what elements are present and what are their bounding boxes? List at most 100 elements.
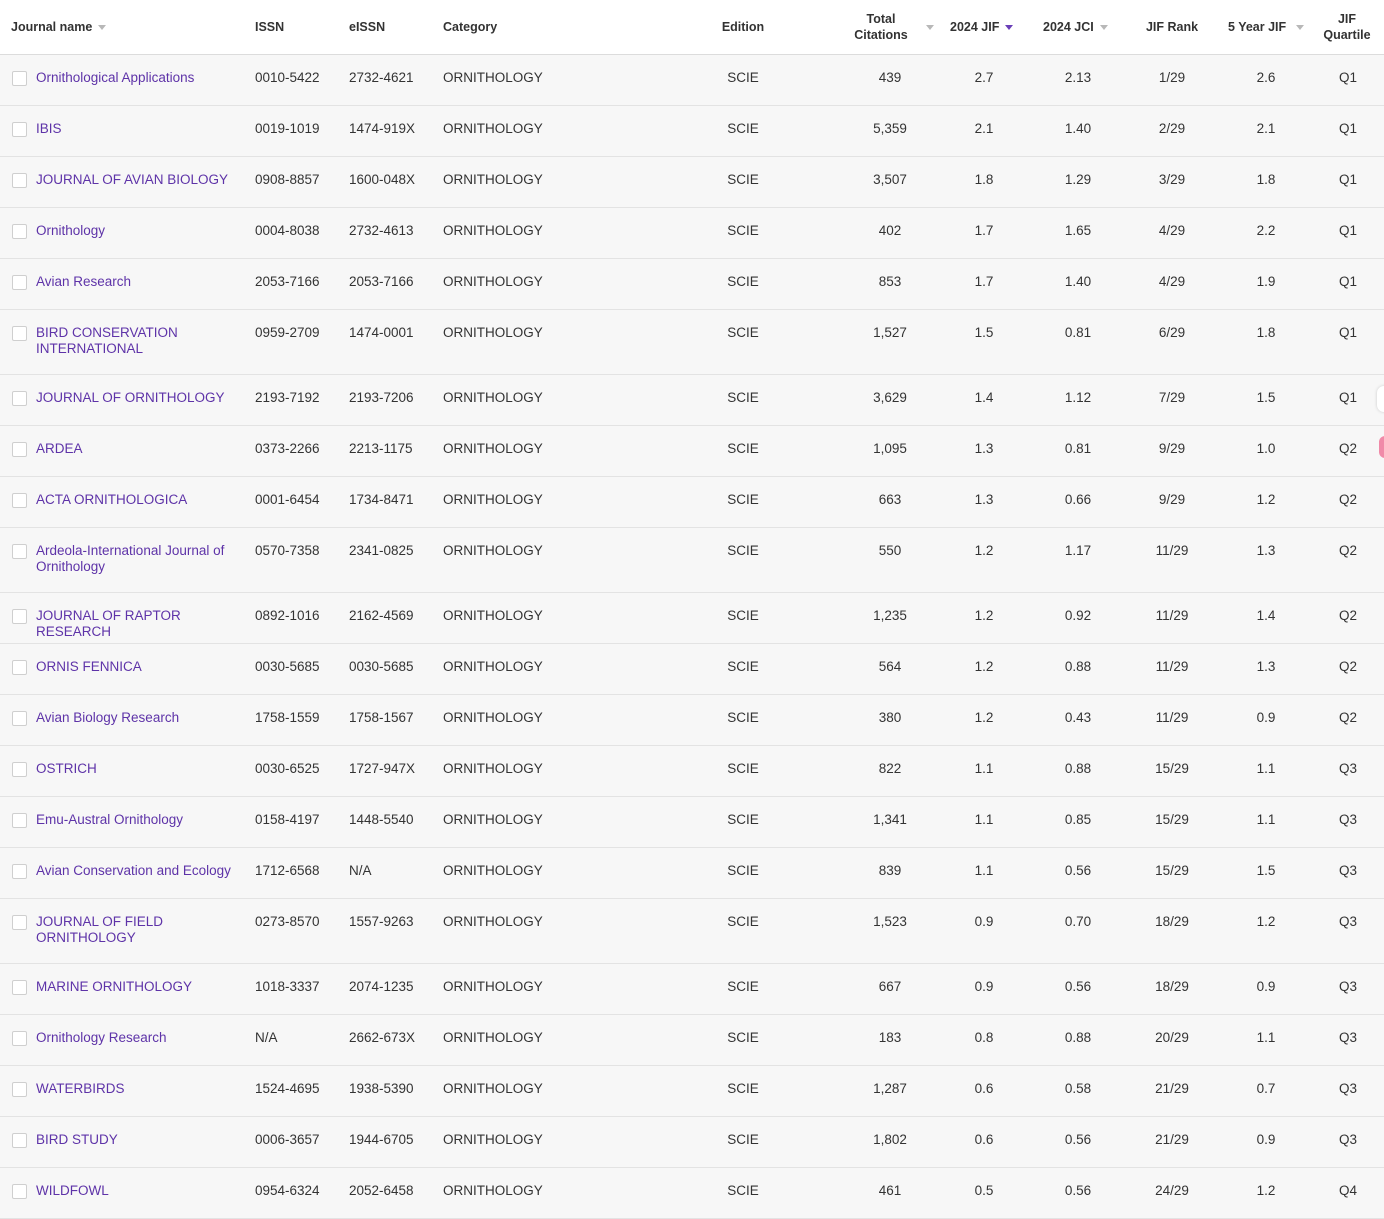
table-row: JOURNAL OF AVIAN BIOLOGY 0908-8857 1600-04…	[0, 157, 1384, 208]
five-year-jif-cell: 1.0	[1256, 441, 1276, 456]
jif-rank-cell: 11/29	[1155, 659, 1189, 674]
row-checkbox[interactable]	[12, 609, 27, 624]
jif-quartile-cell: Q1	[1338, 172, 1358, 187]
journal-name-link[interactable]: JOURNAL OF FIELD ORNITHOLOGY	[36, 914, 250, 946]
column-header-2024-jif[interactable]: 2024 JIF	[950, 0, 1030, 54]
jif-rank-cell: 15/29	[1155, 812, 1189, 827]
row-checkbox[interactable]	[12, 544, 27, 559]
column-header-jif-rank[interactable]: JIF Rank	[1131, 0, 1213, 54]
journal-name-link[interactable]: JOURNAL OF RAPTOR RESEARCH	[36, 608, 250, 640]
row-checkbox[interactable]	[12, 391, 27, 406]
jci-cell: 0.81	[1064, 325, 1092, 340]
column-header-2024-jci-label: 2024 JCI	[1043, 20, 1094, 34]
jif-quartile-cell: Q2	[1338, 659, 1358, 674]
row-checkbox[interactable]	[12, 1184, 27, 1199]
column-header-edition[interactable]: Edition	[702, 0, 784, 54]
five-year-jif-cell: 1.9	[1256, 274, 1276, 289]
row-checkbox[interactable]	[12, 980, 27, 995]
column-header-issn[interactable]: ISSN	[255, 0, 335, 54]
column-header-eissn[interactable]: eISSN	[349, 0, 429, 54]
journal-name-link[interactable]: IBIS	[36, 121, 250, 137]
column-header-journal-name[interactable]: Journal name	[11, 0, 241, 54]
row-checkbox[interactable]	[12, 813, 27, 828]
jci-cell: 0.92	[1064, 608, 1092, 623]
row-checkbox[interactable]	[12, 660, 27, 675]
edition-cell: SCIE	[727, 1081, 759, 1096]
row-checkbox[interactable]	[12, 493, 27, 508]
row-checkbox[interactable]	[12, 173, 27, 188]
eissn-cell: N/A	[349, 863, 372, 878]
journal-name-link[interactable]: Avian Conservation and Ecology	[36, 863, 250, 879]
sort-caret-active-icon[interactable]	[1005, 24, 1014, 30]
side-feedback-tab[interactable]	[1379, 436, 1384, 458]
row-checkbox[interactable]	[12, 224, 27, 239]
sort-caret-icon[interactable]	[98, 24, 107, 30]
row-checkbox[interactable]	[12, 1133, 27, 1148]
journal-name-link[interactable]: ARDEA	[36, 441, 250, 457]
total-citations-cell: 1,095	[873, 441, 907, 456]
jif-rank-cell: 18/29	[1155, 914, 1189, 929]
edition-cell: SCIE	[727, 274, 759, 289]
column-header-total-citations-sort[interactable]	[922, 0, 940, 54]
journal-name-link[interactable]: JOURNAL OF ORNITHOLOGY	[36, 390, 250, 406]
column-header-2024-jci[interactable]: 2024 JCI	[1043, 0, 1123, 54]
journal-name-link[interactable]: ACTA ORNITHOLOGICA	[36, 492, 250, 508]
jif-quartile-cell: Q2	[1338, 492, 1358, 507]
column-header-5-year-jif[interactable]: 5 Year JIF	[1228, 0, 1318, 54]
edition-cell: SCIE	[727, 761, 759, 776]
five-year-jif-cell: 0.7	[1256, 1081, 1276, 1096]
column-header-jif-quartile[interactable]: JIF Quartile	[1316, 0, 1378, 54]
column-header-total-citations[interactable]: Total Citations	[836, 0, 926, 54]
total-citations-cell: 380	[878, 710, 902, 725]
row-checkbox[interactable]	[12, 275, 27, 290]
sort-caret-icon[interactable]	[1296, 24, 1305, 30]
row-checkbox[interactable]	[12, 442, 27, 457]
journal-name-link[interactable]: WATERBIRDS	[36, 1081, 250, 1097]
side-panel-handle[interactable]	[1377, 386, 1384, 412]
jif-quartile-cell: Q1	[1338, 274, 1358, 289]
sort-caret-icon[interactable]	[926, 24, 934, 30]
jif-cell: 1.5	[974, 325, 994, 340]
journal-name-link[interactable]: MARINE ORNITHOLOGY	[36, 979, 250, 995]
jif-quartile-cell: Q3	[1338, 761, 1358, 776]
journal-name-link[interactable]: WILDFOWL	[36, 1183, 250, 1199]
row-checkbox[interactable]	[12, 864, 27, 879]
issn-cell: 0570-7358	[255, 543, 320, 558]
total-citations-cell: 853	[878, 274, 902, 289]
journal-name-link[interactable]: Avian Research	[36, 274, 250, 290]
journal-name-link[interactable]: Ornithological Applications	[36, 70, 250, 86]
row-checkbox[interactable]	[12, 915, 27, 930]
jci-cell: 1.29	[1064, 172, 1092, 187]
journal-name-link[interactable]: Ornithology Research	[36, 1030, 250, 1046]
row-checkbox[interactable]	[12, 122, 27, 137]
total-citations-cell: 1,527	[873, 325, 907, 340]
journal-name-link[interactable]: OSTRICH	[36, 761, 250, 777]
journal-name-link[interactable]: Emu-Austral Ornithology	[36, 812, 250, 828]
journal-name-link[interactable]: JOURNAL OF AVIAN BIOLOGY	[36, 172, 250, 188]
jif-rank-cell: 9/29	[1158, 441, 1186, 456]
sort-caret-icon[interactable]	[1099, 24, 1108, 30]
row-checkbox[interactable]	[12, 1082, 27, 1097]
row-checkbox[interactable]	[12, 71, 27, 86]
five-year-jif-cell: 2.1	[1256, 121, 1276, 136]
eissn-cell: 2193-7206	[349, 390, 414, 405]
column-header-category-label: Category	[443, 20, 498, 34]
journal-name-link[interactable]: Ardeola-International Journal of Ornitho…	[36, 543, 250, 575]
journal-name-link[interactable]: ORNIS FENNICA	[36, 659, 250, 675]
journal-name-link[interactable]: Avian Biology Research	[36, 710, 250, 726]
five-year-jif-cell: 1.1	[1256, 761, 1276, 776]
total-citations-cell: 5,359	[873, 121, 907, 136]
row-checkbox[interactable]	[12, 326, 27, 341]
row-checkbox[interactable]	[12, 1031, 27, 1046]
journal-name-link[interactable]: Ornithology	[36, 223, 250, 239]
eissn-cell: 1734-8471	[349, 492, 414, 507]
column-header-category[interactable]: Category	[443, 0, 563, 54]
jci-cell: 0.56	[1064, 979, 1092, 994]
row-checkbox[interactable]	[12, 711, 27, 726]
journal-name-link[interactable]: BIRD CONSERVATION INTERNATIONAL	[36, 325, 250, 357]
jif-quartile-cell: Q3	[1338, 1081, 1358, 1096]
row-checkbox[interactable]	[12, 762, 27, 777]
five-year-jif-cell: 1.8	[1256, 325, 1276, 340]
journal-name-link[interactable]: BIRD STUDY	[36, 1132, 250, 1148]
edition-cell: SCIE	[727, 390, 759, 405]
